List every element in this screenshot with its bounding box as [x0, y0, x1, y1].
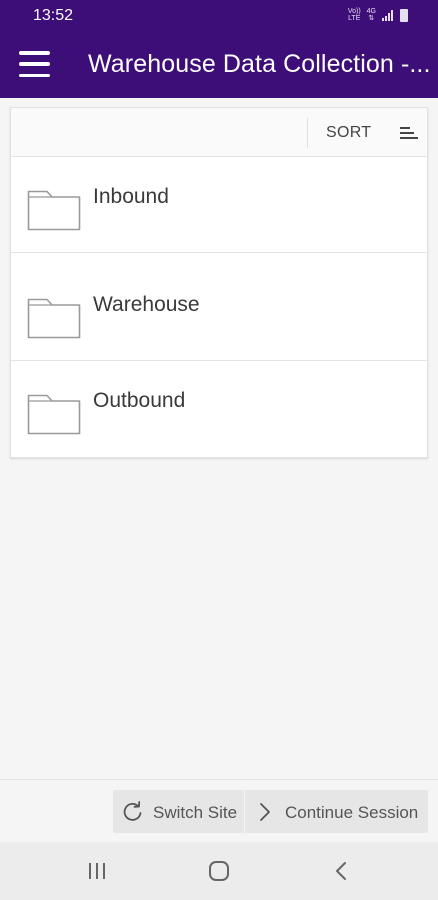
signal-icon [382, 9, 394, 21]
toolbar-divider [307, 118, 308, 148]
back-icon[interactable] [326, 860, 356, 882]
status-icons: Vo)) LTE 4G ⇅ [348, 8, 408, 22]
list-item[interactable]: Inbound [11, 157, 427, 253]
continue-session-label: Continue Session [285, 803, 419, 822]
action-bar: Switch Site Continue Session [113, 790, 428, 833]
status-time: 13:52 [33, 7, 74, 24]
menu-icon[interactable] [19, 51, 50, 77]
switch-site-button[interactable]: Switch Site [113, 790, 245, 833]
recents-icon[interactable] [82, 860, 112, 882]
folder-icon [27, 394, 81, 435]
volte-line-2: LTE [348, 15, 361, 22]
folder-label: Warehouse [93, 293, 200, 316]
system-nav-bar [0, 842, 438, 900]
folder-list-card: SORT Inbound Warehouse Outbound [10, 107, 428, 458]
status-bar: 13:52 Vo)) LTE 4G ⇅ [0, 0, 438, 32]
folder-icon [27, 190, 81, 231]
continue-session-button[interactable]: Continue Session [245, 790, 428, 833]
folder-icon [27, 298, 81, 339]
app-title: Warehouse Data Collection -... [88, 50, 431, 78]
list-toolbar: SORT [11, 108, 427, 157]
sort-button[interactable]: SORT [316, 108, 428, 156]
bottom-action-area: Switch Site Continue Session [0, 779, 438, 842]
volte-line-1: Vo)) [347, 8, 361, 15]
folder-label: Outbound [93, 389, 186, 412]
network-type-icon: 4G ⇅ [367, 8, 376, 22]
battery-icon [400, 8, 408, 22]
home-icon[interactable] [204, 860, 234, 882]
list-item[interactable]: Warehouse [11, 265, 427, 361]
sort-label: SORT [326, 124, 372, 141]
app-bar: Warehouse Data Collection -... [0, 32, 438, 98]
network-type-label: 4G [366, 8, 376, 15]
switch-site-label: Switch Site [153, 803, 238, 822]
volte-icon: Vo)) LTE [348, 8, 361, 22]
data-arrows: ⇅ [368, 15, 375, 22]
folder-label: Inbound [93, 185, 169, 208]
chevron-right-icon [260, 803, 270, 821]
list-item[interactable]: Outbound [11, 361, 427, 457]
sort-icon [400, 127, 418, 139]
refresh-icon [123, 801, 142, 821]
